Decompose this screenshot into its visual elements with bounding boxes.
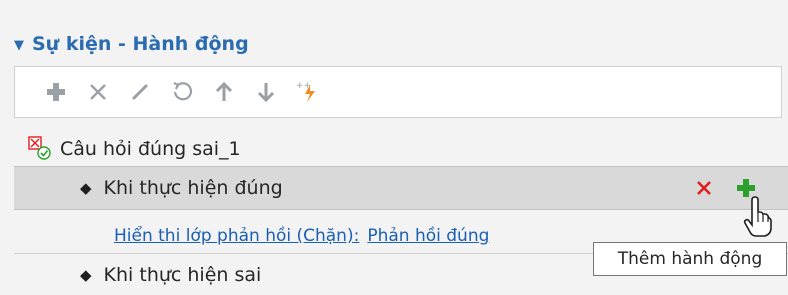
panel-title: Sự kiện - Hành động	[32, 33, 249, 55]
action-line[interactable]: Hiển thi lớp phản hồi (Chặn): Phản hồi đ…	[114, 222, 489, 250]
undo-button[interactable]	[163, 73, 201, 111]
trigger-incorrect[interactable]: ◆ Khi thực hiện sai	[80, 255, 261, 295]
move-up-button[interactable]	[205, 73, 243, 111]
move-down-icon	[257, 83, 275, 103]
edit-button[interactable]	[121, 73, 159, 111]
edit-icon	[131, 83, 149, 101]
action-value-link[interactable]: Phản hồi đúng	[367, 226, 489, 246]
undo-icon	[173, 82, 193, 101]
magic-action-icon: ++	[296, 81, 315, 102]
question-status-icon	[28, 136, 51, 160]
tree-root[interactable]: Câu hỏi đúng sai_1	[28, 131, 241, 167]
add-icon	[737, 179, 755, 197]
delete-icon	[90, 84, 106, 100]
toolbar: ++	[14, 66, 782, 118]
trigger-correct[interactable]: ◆ Khi thực hiện đúng	[80, 168, 283, 208]
root-label: Câu hỏi đúng sai_1	[60, 138, 241, 160]
hand-cursor-icon	[742, 196, 772, 242]
trigger-incorrect-label: Khi thực hiện sai	[103, 264, 262, 286]
tooltip: Thêm hành động	[593, 242, 787, 276]
add-icon	[47, 83, 65, 101]
panel-header[interactable]: ▼ Sự kiện - Hành động	[14, 24, 249, 64]
collapse-caret-icon[interactable]: ▼	[14, 38, 24, 53]
diamond-bullet-icon: ◆	[80, 179, 92, 197]
trigger-correct-label: Khi thực hiện đúng	[103, 177, 283, 199]
delete-trigger-button[interactable]	[690, 174, 718, 202]
move-down-button[interactable]	[247, 73, 285, 111]
diamond-bullet-icon: ◆	[80, 266, 92, 284]
delete-button[interactable]	[79, 73, 117, 111]
add-button[interactable]	[37, 73, 75, 111]
tooltip-text: Thêm hành động	[617, 249, 763, 269]
magic-action-button[interactable]: ++	[289, 73, 327, 111]
action-label-link[interactable]: Hiển thi lớp phản hồi (Chặn):	[114, 226, 359, 246]
move-up-icon	[215, 81, 233, 101]
delete-icon	[697, 181, 711, 195]
